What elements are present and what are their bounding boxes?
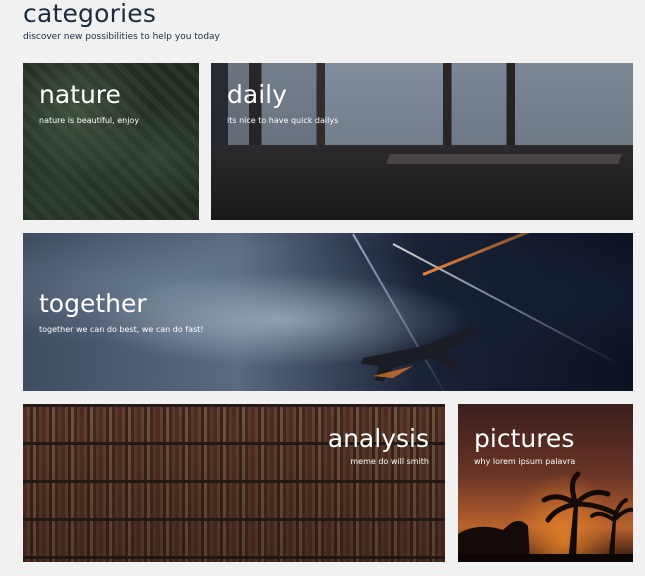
card-subtitle: meme do will smith bbox=[350, 457, 429, 466]
category-card-daily[interactable]: daily its nice to have quick dailys bbox=[211, 63, 633, 220]
page-header: categories discover new possibilities to… bbox=[23, 0, 220, 42]
card-title: nature bbox=[39, 80, 121, 109]
category-card-together[interactable]: together together we can do best, we can… bbox=[23, 233, 633, 391]
category-card-pictures[interactable]: pictures why lorem ipsum palavra bbox=[458, 404, 633, 562]
page-subtitle: discover new possibilities to help you t… bbox=[23, 32, 220, 42]
category-card-nature[interactable]: nature nature is beautiful, enjoy bbox=[23, 63, 199, 220]
card-title: pictures bbox=[474, 424, 575, 453]
jet-silhouette bbox=[361, 326, 481, 382]
page-title: categories bbox=[23, 0, 157, 28]
category-card-analysis[interactable]: analysis meme do will smith bbox=[23, 404, 445, 562]
card-subtitle: nature is beautiful, enjoy bbox=[39, 116, 140, 125]
palm-silhouette bbox=[458, 471, 633, 562]
office-table-shape bbox=[386, 154, 623, 165]
card-title: daily bbox=[227, 80, 287, 109]
card-title: analysis bbox=[327, 424, 429, 453]
card-subtitle: its nice to have quick dailys bbox=[227, 116, 339, 125]
card-title: together bbox=[39, 289, 147, 318]
card-subtitle: why lorem ipsum palavra bbox=[474, 457, 576, 466]
card-subtitle: together we can do best, we can do fast! bbox=[39, 325, 204, 334]
